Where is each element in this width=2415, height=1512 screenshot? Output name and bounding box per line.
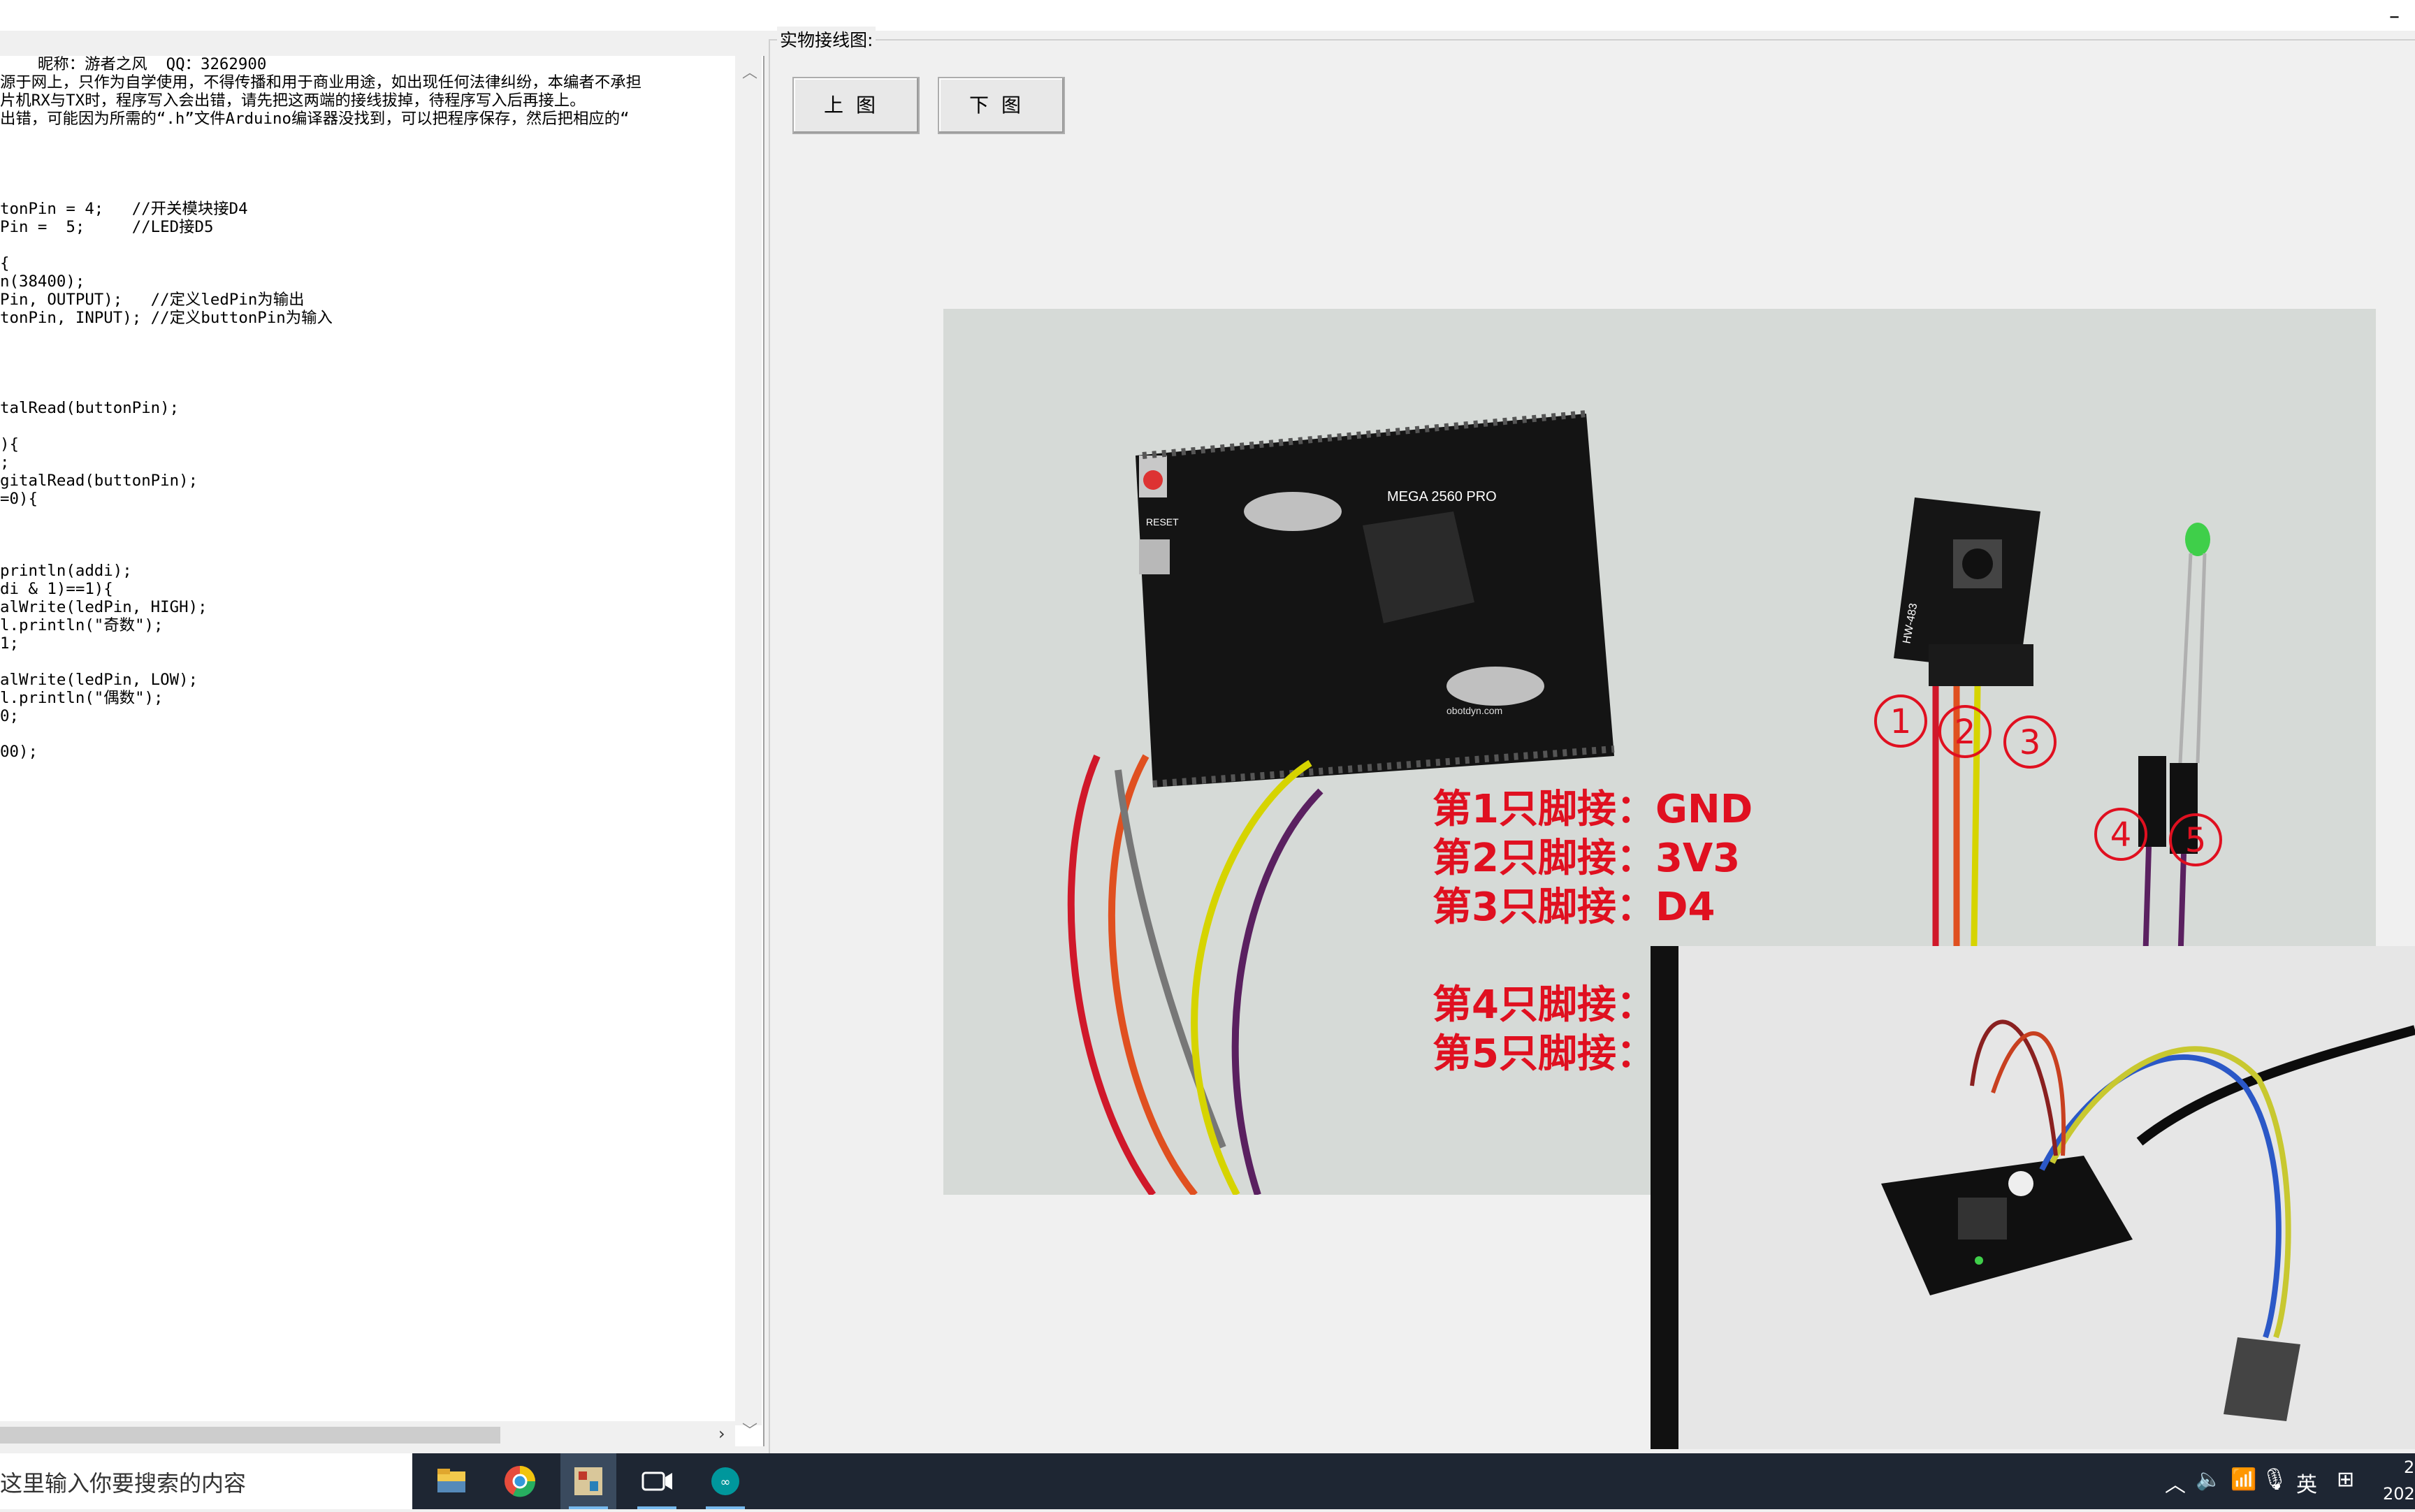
vertical-scrollbar[interactable]: ︿ ﹀ [735, 56, 762, 1440]
code-line[interactable]: =0){ [0, 490, 734, 509]
input-method-language[interactable]: 英 [2296, 1467, 2317, 1498]
file-explorer-icon[interactable] [423, 1453, 479, 1509]
horizontal-scroll-thumb[interactable] [0, 1427, 500, 1444]
pin-line-1: 第1只脚接：GND [1433, 787, 1753, 832]
code-line[interactable]: alWrite(ledPin, LOW); [0, 671, 734, 690]
volume-icon[interactable]: 🔈 [2196, 1467, 2221, 1492]
code-line[interactable]: ; [0, 453, 734, 472]
code-line[interactable]: Pin = 5; //LED接D5 [0, 218, 734, 237]
pin-number-3: 3 [2019, 723, 2041, 762]
arduino-ide-icon[interactable]: ∞ [697, 1453, 753, 1509]
pin-number-5: 5 [2185, 821, 2207, 860]
pin-number-2: 2 [1955, 713, 1976, 752]
minimize-button[interactable]: – [2389, 4, 2400, 29]
code-line[interactable]: l.println("偶数"); [0, 689, 734, 708]
clock-date[interactable]: 202 [2383, 1484, 2415, 1504]
code-line[interactable]: di & 1)==1){ [0, 580, 734, 599]
svg-text:∞: ∞ [720, 1475, 731, 1490]
horizontal-scrollbar[interactable]: › [0, 1421, 735, 1448]
input-mode-icon[interactable]: ⊞ [2337, 1467, 2354, 1492]
code-line[interactable]: ){ [0, 435, 734, 454]
scroll-down-arrow-icon[interactable]: ﹀ [742, 1418, 757, 1441]
code-line[interactable]: tonPin, INPUT); //定义buttonPin为输入 [0, 309, 734, 328]
search-placeholder: 在这里输入你要搜索的内容 [0, 1470, 247, 1497]
reset-label: RESET [1146, 516, 1179, 528]
site-label: obotdyn.com [1446, 705, 1502, 716]
code-line[interactable] [0, 129, 734, 147]
code-line[interactable] [0, 182, 734, 201]
assembled-photo [1651, 946, 2415, 1449]
code-line[interactable]: 昵称：游者之风 QQ：3262900 [0, 56, 734, 74]
scroll-up-arrow-icon[interactable]: ︿ [742, 60, 757, 82]
code-line[interactable]: println(addi); [0, 562, 734, 581]
next-image-button[interactable]: 下图 [938, 77, 1065, 134]
code-line[interactable] [0, 237, 734, 255]
code-line[interactable]: 源于网上，只作为自学使用，不得传播和用于商业用途，如出现任何法律纠纷，本编者不承… [0, 73, 734, 92]
code-text[interactable]: 昵称：游者之风 QQ：3262900 源于网上，只作为自学使用，不得传播和用于商业… [0, 56, 734, 1425]
button-module: HW-483 [1894, 497, 2040, 686]
code-line[interactable] [0, 147, 734, 165]
code-line[interactable] [0, 544, 734, 562]
groupbox-title: 实物接线图: [777, 27, 876, 52]
code-line[interactable]: l.println("奇数"); [0, 616, 734, 635]
pin-line-3: 第3只脚接：D4 [1433, 885, 1715, 930]
code-line[interactable]: { [0, 254, 734, 273]
clock-time[interactable]: 2 [2404, 1458, 2414, 1477]
code-line[interactable]: talRead(buttonPin); [0, 399, 734, 418]
pin-number-4: 4 [2110, 815, 2132, 855]
code-line[interactable] [0, 381, 734, 400]
code-line[interactable]: 片机RX与TX时，程序写入会出错，请先把这两端的接线拔掉，待程序写入后再接上。 [0, 92, 734, 110]
pin-line-4: 第4只脚接： [1433, 982, 1655, 1028]
code-line[interactable]: tonPin = 4; //开关模块接D4 [0, 200, 734, 219]
board-silkscreen: MEGA 2560 PRO [1387, 489, 1497, 504]
usb-port-icon [1139, 539, 1170, 574]
code-line[interactable] [0, 363, 734, 381]
code-line[interactable]: n(38400); [0, 272, 734, 291]
pin-line-2: 第2只脚接：3V3 [1433, 836, 1740, 881]
code-line[interactable]: alWrite(ledPin, HIGH); [0, 598, 734, 617]
app-window-icon[interactable] [560, 1453, 616, 1509]
code-line[interactable]: 00); [0, 743, 734, 762]
code-pane[interactable]: 昵称：游者之风 QQ：3262900 源于网上，只作为自学使用，不得传播和用于商业… [0, 56, 764, 1448]
show-hidden-icons-icon[interactable]: ︿ [2165, 1467, 2186, 1498]
code-line[interactable] [0, 164, 734, 182]
microphone-icon[interactable]: 🎙 [2261, 1467, 2288, 1492]
scroll-right-arrow-icon[interactable]: › [718, 1424, 725, 1444]
code-line[interactable] [0, 527, 734, 545]
pin-line-5: 第5只脚接： [1433, 1031, 1655, 1077]
pin-number-1: 1 [1890, 702, 1912, 741]
code-line[interactable] [0, 418, 734, 436]
arduino-board: MEGA 2560 PRO RESET obotdyn.com [1136, 410, 1615, 787]
code-line[interactable] [0, 328, 734, 346]
code-line[interactable] [0, 653, 734, 671]
code-line[interactable]: 1; [0, 634, 734, 653]
code-line[interactable]: 0; [0, 707, 734, 726]
taskbar-search[interactable]: 在这里输入你要搜索的内容 [0, 1453, 412, 1509]
video-camera-icon[interactable] [629, 1453, 685, 1509]
network-icon[interactable]: 📶 [2231, 1467, 2256, 1492]
browser-icon[interactable] [492, 1453, 548, 1509]
code-line[interactable] [0, 726, 734, 744]
taskbar: 在这里输入你要搜索的内容 ∞ ︿ 🔈 📶 🎙 英 ⊞ 2 202 [0, 1453, 2415, 1509]
code-line[interactable]: 出错，可能因为所需的“.h”文件Arduino编译器没找到，可以把程序保存，然后… [0, 110, 734, 129]
window-titlebar: – [0, 0, 2415, 31]
code-line[interactable] [0, 346, 734, 364]
previous-image-button[interactable]: 上图 [792, 77, 920, 134]
code-line[interactable]: gitalRead(buttonPin); [0, 472, 734, 490]
code-line[interactable]: Pin, OUTPUT); //定义ledPin为输出 [0, 291, 734, 310]
code-line[interactable] [0, 509, 734, 527]
